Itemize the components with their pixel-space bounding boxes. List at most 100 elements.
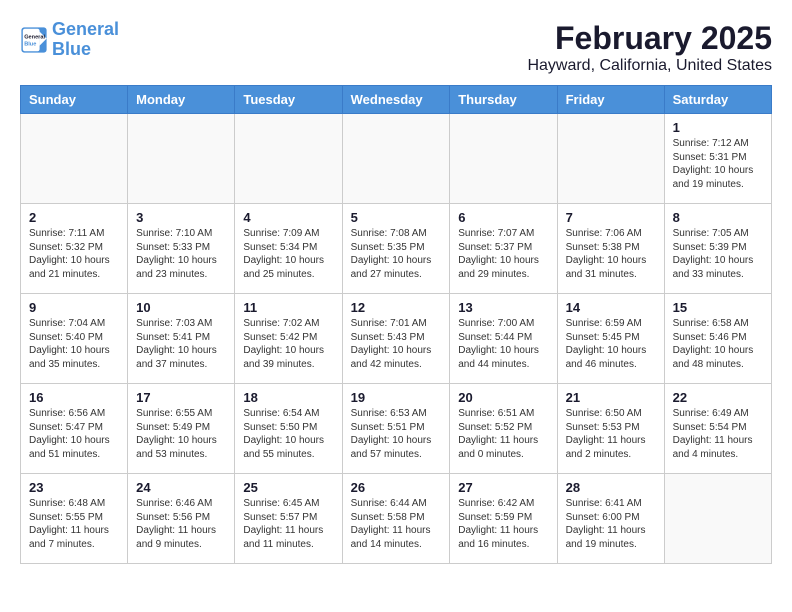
day-number: 4 <box>243 210 333 225</box>
calendar-day-cell: 22Sunrise: 6:49 AM Sunset: 5:54 PM Dayli… <box>664 384 771 474</box>
calendar-day-cell: 15 Sunrise: 6:58 AM Sunset: 5:46 PM Dayli… <box>664 294 771 384</box>
calendar-day-cell: 11Sunrise: 7:02 AM Sunset: 5:42 PM Dayli… <box>235 294 342 384</box>
calendar-day-cell: 13 Sunrise: 7:00 AM Sunset: 5:44 PM Dayli… <box>450 294 557 384</box>
day-info: Sunrise: 7:01 AM Sunset: 5:43 PM Dayligh… <box>351 317 442 371</box>
day-info: Sunrise: 6:44 AM Sunset: 5:58 PM Dayligh… <box>351 497 442 551</box>
day-info: Sunrise: 6:55 AM Sunset: 5:49 PM Dayligh… <box>136 407 226 461</box>
day-info: Sunrise: 7:06 AM Sunset: 5:38 PM Dayligh… <box>566 227 656 281</box>
day-number: 6 <box>458 210 548 225</box>
day-info: Sunrise: 7:08 AM Sunset: 5:35 PM Dayligh… <box>351 227 442 281</box>
calendar-table: SundayMondayTuesdayWednesdayThursdayFrid… <box>20 85 772 564</box>
day-info: Sunrise: 6:50 AM Sunset: 5:53 PM Dayligh… <box>566 407 656 461</box>
calendar-day-cell <box>235 114 342 204</box>
page-header: General Blue GeneralBlue February 2025 H… <box>20 20 772 75</box>
day-number: 26 <box>351 480 442 495</box>
day-number: 3 <box>136 210 226 225</box>
day-info: Sunrise: 7:10 AM Sunset: 5:33 PM Dayligh… <box>136 227 226 281</box>
calendar-week-row: 9Sunrise: 7:04 AM Sunset: 5:40 PM Daylig… <box>21 294 772 384</box>
calendar-day-cell: 3 Sunrise: 7:10 AM Sunset: 5:33 PM Daylig… <box>128 204 235 294</box>
day-info: Sunrise: 7:07 AM Sunset: 5:37 PM Dayligh… <box>458 227 548 281</box>
calendar-week-row: 2 Sunrise: 7:11 AM Sunset: 5:32 PM Daylig… <box>21 204 772 294</box>
day-number: 10 <box>136 300 226 315</box>
day-of-week-header: Friday <box>557 86 664 114</box>
calendar-day-cell: 1 Sunrise: 7:12 AM Sunset: 5:31 PM Daylig… <box>664 114 771 204</box>
calendar-week-row: 1 Sunrise: 7:12 AM Sunset: 5:31 PM Daylig… <box>21 114 772 204</box>
location-title: Hayward, California, United States <box>527 57 772 75</box>
day-info: Sunrise: 6:46 AM Sunset: 5:56 PM Dayligh… <box>136 497 226 551</box>
day-number: 2 <box>29 210 119 225</box>
calendar-day-cell <box>21 114 128 204</box>
calendar-day-cell: 25Sunrise: 6:45 AM Sunset: 5:57 PM Dayli… <box>235 474 342 564</box>
calendar-day-cell: 6 Sunrise: 7:07 AM Sunset: 5:37 PM Daylig… <box>450 204 557 294</box>
logo-icon: General Blue <box>20 26 48 54</box>
svg-text:General: General <box>24 34 45 40</box>
calendar-day-cell: 7 Sunrise: 7:06 AM Sunset: 5:38 PM Daylig… <box>557 204 664 294</box>
calendar-day-cell <box>450 114 557 204</box>
day-info: Sunrise: 6:42 AM Sunset: 5:59 PM Dayligh… <box>458 497 548 551</box>
day-number: 27 <box>458 480 548 495</box>
day-info: Sunrise: 6:59 AM Sunset: 5:45 PM Dayligh… <box>566 317 656 371</box>
calendar-day-cell: 28 Sunrise: 6:41 AM Sunset: 6:00 PM Dayli… <box>557 474 664 564</box>
day-number: 24 <box>136 480 226 495</box>
day-number: 14 <box>566 300 656 315</box>
day-info: Sunrise: 6:54 AM Sunset: 5:50 PM Dayligh… <box>243 407 333 461</box>
calendar-day-cell: 23 Sunrise: 6:48 AM Sunset: 5:55 PM Dayli… <box>21 474 128 564</box>
calendar-day-cell: 18Sunrise: 6:54 AM Sunset: 5:50 PM Dayli… <box>235 384 342 474</box>
month-title: February 2025 <box>527 20 772 57</box>
day-info: Sunrise: 6:56 AM Sunset: 5:47 PM Dayligh… <box>29 407 119 461</box>
calendar-day-cell: 10Sunrise: 7:03 AM Sunset: 5:41 PM Dayli… <box>128 294 235 384</box>
day-of-week-header: Monday <box>128 86 235 114</box>
title-section: February 2025 Hayward, California, Unite… <box>527 20 772 75</box>
calendar-day-cell: 21 Sunrise: 6:50 AM Sunset: 5:53 PM Dayli… <box>557 384 664 474</box>
day-number: 9 <box>29 300 119 315</box>
calendar-day-cell: 8 Sunrise: 7:05 AM Sunset: 5:39 PM Daylig… <box>664 204 771 294</box>
day-number: 21 <box>566 390 656 405</box>
day-of-week-header: Tuesday <box>235 86 342 114</box>
day-info: Sunrise: 7:00 AM Sunset: 5:44 PM Dayligh… <box>458 317 548 371</box>
logo-text: GeneralBlue <box>52 20 119 60</box>
calendar-day-cell: 2 Sunrise: 7:11 AM Sunset: 5:32 PM Daylig… <box>21 204 128 294</box>
day-number: 8 <box>673 210 763 225</box>
calendar-day-cell: 17 Sunrise: 6:55 AM Sunset: 5:49 PM Dayli… <box>128 384 235 474</box>
calendar-day-cell: 4 Sunrise: 7:09 AM Sunset: 5:34 PM Daylig… <box>235 204 342 294</box>
calendar-day-cell <box>557 114 664 204</box>
calendar-day-cell: 20 Sunrise: 6:51 AM Sunset: 5:52 PM Dayli… <box>450 384 557 474</box>
day-info: Sunrise: 7:09 AM Sunset: 5:34 PM Dayligh… <box>243 227 333 281</box>
day-info: Sunrise: 7:05 AM Sunset: 5:39 PM Dayligh… <box>673 227 763 281</box>
calendar-header-row: SundayMondayTuesdayWednesdayThursdayFrid… <box>21 86 772 114</box>
calendar-day-cell: 14 Sunrise: 6:59 AM Sunset: 5:45 PM Dayli… <box>557 294 664 384</box>
calendar-week-row: 16Sunrise: 6:56 AM Sunset: 5:47 PM Dayli… <box>21 384 772 474</box>
calendar-day-cell: 27 Sunrise: 6:42 AM Sunset: 5:59 PM Dayli… <box>450 474 557 564</box>
day-info: Sunrise: 6:41 AM Sunset: 6:00 PM Dayligh… <box>566 497 656 551</box>
day-number: 17 <box>136 390 226 405</box>
calendar-week-row: 23 Sunrise: 6:48 AM Sunset: 5:55 PM Dayli… <box>21 474 772 564</box>
day-info: Sunrise: 7:11 AM Sunset: 5:32 PM Dayligh… <box>29 227 119 281</box>
calendar-day-cell: 26 Sunrise: 6:44 AM Sunset: 5:58 PM Dayli… <box>342 474 450 564</box>
day-number: 22 <box>673 390 763 405</box>
day-info: Sunrise: 7:12 AM Sunset: 5:31 PM Dayligh… <box>673 137 763 191</box>
day-number: 7 <box>566 210 656 225</box>
day-number: 15 <box>673 300 763 315</box>
calendar-day-cell <box>342 114 450 204</box>
day-number: 1 <box>673 120 763 135</box>
calendar-day-cell: 12Sunrise: 7:01 AM Sunset: 5:43 PM Dayli… <box>342 294 450 384</box>
calendar-day-cell: 19Sunrise: 6:53 AM Sunset: 5:51 PM Dayli… <box>342 384 450 474</box>
calendar-day-cell: 16Sunrise: 6:56 AM Sunset: 5:47 PM Dayli… <box>21 384 128 474</box>
day-number: 13 <box>458 300 548 315</box>
day-number: 5 <box>351 210 442 225</box>
day-info: Sunrise: 6:48 AM Sunset: 5:55 PM Dayligh… <box>29 497 119 551</box>
day-of-week-header: Thursday <box>450 86 557 114</box>
day-number: 20 <box>458 390 548 405</box>
day-number: 23 <box>29 480 119 495</box>
day-number: 28 <box>566 480 656 495</box>
day-info: Sunrise: 6:51 AM Sunset: 5:52 PM Dayligh… <box>458 407 548 461</box>
day-of-week-header: Saturday <box>664 86 771 114</box>
day-info: Sunrise: 6:58 AM Sunset: 5:46 PM Dayligh… <box>673 317 763 371</box>
calendar-day-cell <box>128 114 235 204</box>
calendar-day-cell: 24 Sunrise: 6:46 AM Sunset: 5:56 PM Dayli… <box>128 474 235 564</box>
day-of-week-header: Wednesday <box>342 86 450 114</box>
svg-text:Blue: Blue <box>24 41 36 47</box>
day-info: Sunrise: 7:02 AM Sunset: 5:42 PM Dayligh… <box>243 317 333 371</box>
day-info: Sunrise: 6:53 AM Sunset: 5:51 PM Dayligh… <box>351 407 442 461</box>
calendar-day-cell: 5 Sunrise: 7:08 AM Sunset: 5:35 PM Daylig… <box>342 204 450 294</box>
